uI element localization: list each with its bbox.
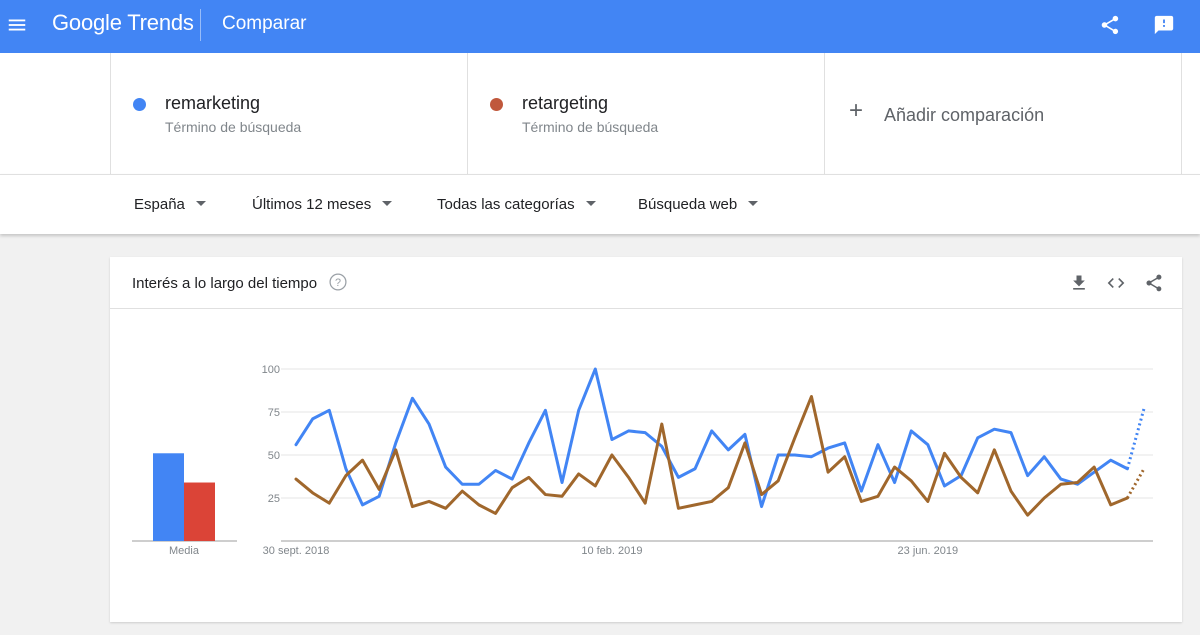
x-tick-label: 30 sept. 2018 xyxy=(263,545,330,557)
dropdown-arrow-icon xyxy=(382,201,393,206)
share-icon[interactable] xyxy=(1099,14,1121,36)
series-partial-line-remarketing xyxy=(1125,408,1146,470)
menu-icon[interactable] xyxy=(6,14,28,36)
search-term-name[interactable]: retargeting xyxy=(522,93,608,114)
average-bar-retargeting[interactable] xyxy=(184,482,215,541)
filter-region-dropdown[interactable]: España xyxy=(134,196,206,213)
filter-label: Búsqueda web xyxy=(638,196,738,213)
interest-over-time-card: Interés a lo largo del tiempo ? 25 50 75 10… xyxy=(110,257,1182,622)
search-term-name[interactable]: remarketing xyxy=(165,93,260,114)
x-tick-label: 23 jun. 2019 xyxy=(898,545,959,557)
feedback-icon[interactable] xyxy=(1153,14,1175,36)
google-trends-logo[interactable]: Google Trends xyxy=(52,10,194,36)
chart-grid xyxy=(281,368,1153,542)
filter-label: Todas las categorías xyxy=(437,196,575,213)
y-tick-label: 25 xyxy=(268,493,280,505)
series-line-retargeting[interactable] xyxy=(294,395,1129,517)
dropdown-arrow-icon xyxy=(195,201,206,206)
y-tick-label: 75 xyxy=(268,407,280,419)
average-bars: Media xyxy=(132,453,237,557)
add-comparison-label: Añadir comparación xyxy=(884,105,1045,125)
dropdown-arrow-icon xyxy=(585,201,596,206)
dropdown-arrow-icon xyxy=(748,201,759,206)
chart-lines xyxy=(294,367,1146,517)
search-term-card[interactable]: remarketing Término de búsqueda xyxy=(110,53,467,174)
filter-label: Últimos 12 meses xyxy=(252,196,372,213)
y-axis: 25 50 75 100 xyxy=(262,364,280,505)
series-color-dot xyxy=(490,98,503,111)
add-comparison-button[interactable]: + Añadir comparación xyxy=(824,53,1182,174)
plus-icon: + xyxy=(849,97,864,124)
series-color-dot xyxy=(133,98,146,111)
series-partial-line-retargeting xyxy=(1126,468,1146,499)
interest-line-chart[interactable]: 25 50 75 100 30 sept. 2018 10 feb. 2019 23 ju… xyxy=(110,257,1182,622)
search-term-type: Término de búsqueda xyxy=(522,119,659,135)
y-tick-label: 100 xyxy=(262,364,280,376)
filter-time-dropdown[interactable]: Últimos 12 meses xyxy=(252,196,393,213)
average-bar-remarketing[interactable] xyxy=(153,453,184,541)
page-title: Comparar xyxy=(222,13,307,34)
filter-bar: España Últimos 12 meses Todas las catego… xyxy=(0,174,1200,234)
x-tick-label: 10 feb. 2019 xyxy=(581,545,642,557)
top-app-bar: Google Trends Comparar xyxy=(0,0,1200,53)
comparison-row: remarketing Término de búsqueda retarget… xyxy=(0,53,1200,174)
x-axis: 30 sept. 2018 10 feb. 2019 23 jun. 2019 xyxy=(263,545,958,557)
average-label: Media xyxy=(169,545,200,557)
series-line-remarketing[interactable] xyxy=(294,367,1129,509)
y-tick-label: 50 xyxy=(268,450,280,462)
search-term-card[interactable]: retargeting Término de búsqueda xyxy=(467,53,824,174)
filter-category-dropdown[interactable]: Todas las categorías xyxy=(437,196,596,213)
header-divider xyxy=(200,9,201,41)
filter-search-type-dropdown[interactable]: Búsqueda web xyxy=(638,196,759,213)
filter-label: España xyxy=(134,196,185,213)
search-term-type: Término de búsqueda xyxy=(165,119,302,135)
